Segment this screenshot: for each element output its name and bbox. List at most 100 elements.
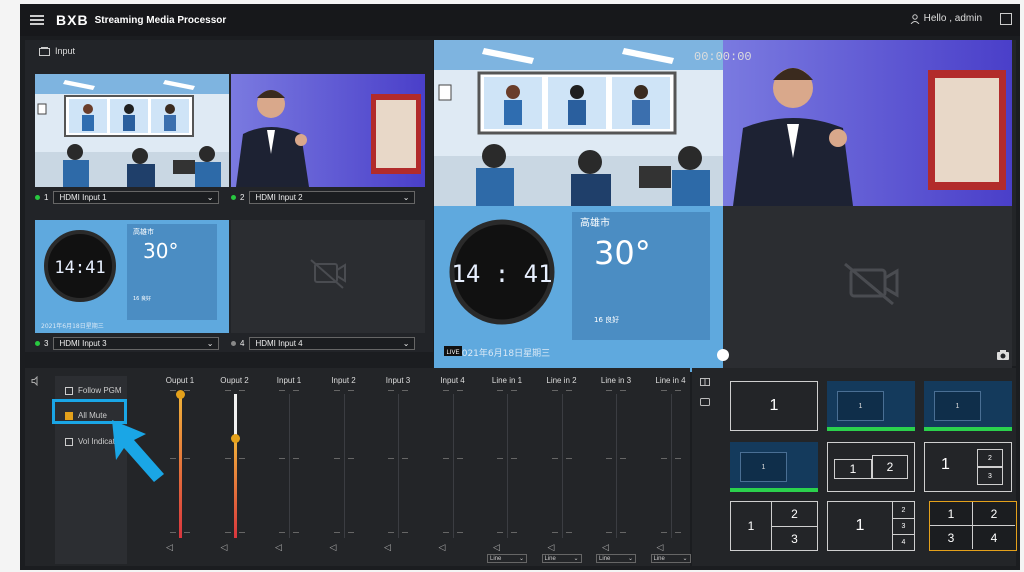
source-row-1: 1 HDMI Input 1 ⌄ bbox=[35, 190, 220, 205]
fader-tick bbox=[606, 458, 612, 459]
logo: BXB bbox=[56, 12, 89, 28]
source-select-2-label: HDMI Input 2 bbox=[255, 193, 303, 202]
user-greeting: Hello , admin bbox=[923, 13, 982, 24]
fader-track-8[interactable] bbox=[561, 394, 563, 538]
preview-cell-3[interactable]: 14 : 41 高雄市 30° 16 良好 2021年6月18日星期三 LIVE bbox=[434, 206, 723, 372]
channel-speaker-icon[interactable]: ◁ bbox=[548, 542, 555, 553]
playhead-handle[interactable] bbox=[717, 349, 729, 361]
source-select-4[interactable]: HDMI Input 4 ⌄ bbox=[249, 337, 416, 350]
widget-date-small: 2021年6月18日星期三 bbox=[41, 322, 104, 330]
layout-pip-1[interactable]: 1 bbox=[827, 381, 915, 431]
layout-icon[interactable] bbox=[700, 378, 710, 386]
fullscreen-icon[interactable] bbox=[1000, 13, 1012, 25]
source-select-2[interactable]: HDMI Input 2 ⌄ bbox=[249, 191, 416, 204]
fader-tick bbox=[170, 532, 176, 533]
fader-track-5[interactable] bbox=[398, 394, 399, 538]
layout-one-plus-two[interactable]: 1 2 3 bbox=[924, 442, 1012, 492]
chevron-down-icon: ⌄ bbox=[682, 556, 688, 562]
channel-label-5: Input 3 bbox=[385, 376, 411, 385]
channel-speaker-icon[interactable]: ◁ bbox=[602, 542, 609, 553]
fader-tick bbox=[293, 390, 299, 391]
preview-cell-4[interactable] bbox=[723, 206, 1012, 372]
source-number-4: 4 bbox=[240, 339, 245, 348]
input-thumbnail-2[interactable] bbox=[231, 74, 425, 187]
channel-label-7: Line in 1 bbox=[491, 376, 523, 385]
fader-track-9[interactable] bbox=[616, 394, 617, 538]
follow-pgm-box[interactable] bbox=[65, 386, 73, 395]
layout-quad[interactable]: 1 2 3 4 bbox=[929, 501, 1017, 551]
channel-speaker-icon[interactable]: ◁ bbox=[275, 542, 282, 553]
follow-pgm-checkbox[interactable]: Follow PGM bbox=[65, 386, 122, 395]
fader-tick bbox=[238, 390, 245, 391]
preview-cell-1[interactable] bbox=[434, 40, 723, 206]
fader-track-6[interactable] bbox=[452, 394, 454, 538]
layout-pip-2[interactable]: 1 bbox=[924, 381, 1012, 431]
channel-label-6: Input 4 bbox=[440, 376, 465, 385]
input-thumbnail-3[interactable]: 14:41 高雄市 30° 16 良好 2021年6月18日星期三 bbox=[35, 220, 229, 333]
source-select-3[interactable]: HDMI Input 3 ⌄ bbox=[53, 337, 220, 350]
layout-single[interactable]: 1 bbox=[730, 381, 818, 431]
fader-handle-1[interactable] bbox=[176, 390, 185, 399]
follow-pgm-label: Follow PGM bbox=[78, 386, 122, 395]
channel-speaker-icon[interactable]: ◁ bbox=[384, 542, 391, 553]
layout-left-plus-two-right[interactable]: 1 2 3 bbox=[730, 501, 818, 551]
layout-3-bar bbox=[924, 427, 1012, 431]
fader-track-4[interactable] bbox=[343, 394, 345, 538]
layout-6-number-3: 3 bbox=[977, 467, 1003, 485]
status-dot-4 bbox=[231, 341, 236, 346]
widget-temp-large: 30° bbox=[594, 234, 651, 272]
layout-pip-3[interactable]: 1 bbox=[730, 442, 818, 492]
source-select-1[interactable]: HDMI Input 1 ⌄ bbox=[53, 191, 220, 204]
menu-icon[interactable] bbox=[30, 15, 44, 25]
source-row-4: 4 HDMI Input 4 ⌄ bbox=[231, 336, 416, 351]
fader-tick bbox=[293, 458, 299, 459]
line-select-1[interactable]: Line ⌄ bbox=[487, 554, 527, 563]
layout-side-by-side[interactable]: 1 2 bbox=[827, 442, 915, 492]
user-menu[interactable]: Hello , admin bbox=[910, 13, 982, 24]
app-window: BXB Streaming Media Processor Hello , ad… bbox=[20, 4, 1020, 570]
layout-main-plus-three[interactable]: 1 2 3 4 bbox=[827, 501, 915, 551]
input-thumbnail-1[interactable] bbox=[35, 74, 229, 187]
widget-air-small: 16 良好 bbox=[133, 295, 151, 302]
screen-icon[interactable] bbox=[700, 398, 710, 406]
channel-speaker-icon[interactable]: ◁ bbox=[493, 542, 500, 553]
line-select-4[interactable]: Line ⌄ bbox=[650, 554, 691, 563]
fader-tick bbox=[442, 458, 449, 459]
channel-speaker-icon[interactable]: ◁ bbox=[439, 542, 446, 553]
layout-7-number-2: 2 bbox=[772, 502, 817, 527]
fader-tick bbox=[184, 532, 190, 533]
fader-tick bbox=[333, 390, 340, 391]
fader-track-7[interactable] bbox=[507, 394, 508, 538]
fader-track-3[interactable] bbox=[289, 394, 290, 538]
fader-tick bbox=[456, 390, 463, 391]
fader-tick bbox=[293, 532, 299, 533]
source-row-2: 2 HDMI Input 2 ⌄ bbox=[231, 190, 416, 205]
channel-label-10: Line in 4 bbox=[655, 376, 686, 385]
fader-handle-2[interactable] bbox=[230, 434, 240, 443]
widget-city-large: 高雄市 bbox=[580, 216, 610, 229]
line-select-2[interactable]: Line ⌄ bbox=[541, 554, 582, 563]
fader-tick bbox=[660, 532, 667, 533]
channel-speaker-icon[interactable]: ◁ bbox=[166, 542, 173, 553]
input-thumbnail-4[interactable] bbox=[231, 220, 425, 333]
speaker-icon[interactable] bbox=[31, 376, 41, 386]
channel-speaker-icon[interactable]: ◁ bbox=[330, 542, 337, 553]
fader-tick bbox=[565, 390, 572, 391]
vol-indicator-box[interactable] bbox=[65, 437, 73, 446]
preview-cell-2[interactable] bbox=[723, 40, 1012, 206]
fader-tick bbox=[402, 390, 408, 391]
fader-tick bbox=[388, 532, 394, 533]
fader-tick bbox=[170, 458, 176, 459]
source-select-4-label: HDMI Input 4 bbox=[255, 339, 303, 348]
fader-tick bbox=[551, 458, 558, 459]
line-select-3[interactable]: Line ⌄ bbox=[596, 554, 636, 563]
fader-tick bbox=[660, 390, 667, 391]
fader-tick bbox=[620, 532, 626, 533]
camera-snapshot-icon[interactable] bbox=[996, 349, 1010, 361]
channel-speaker-icon[interactable]: ◁ bbox=[657, 542, 664, 553]
channel-speaker-icon[interactable]: ◁ bbox=[221, 542, 228, 553]
fader-track-10[interactable] bbox=[670, 394, 672, 538]
widget-date-large: 2021年6月18日星期三 bbox=[456, 347, 550, 359]
app-title: Streaming Media Processor bbox=[94, 14, 227, 26]
channel-label-4: Input 2 bbox=[331, 376, 356, 385]
